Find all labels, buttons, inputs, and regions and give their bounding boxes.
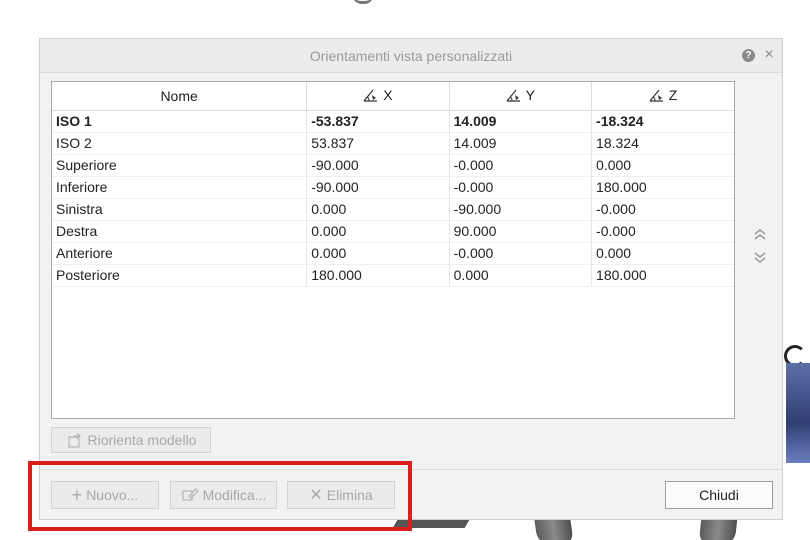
highlight-annotation [28,461,412,531]
table-row[interactable]: ISO 2 53.837 14.009 18.324 [52,132,734,155]
column-header-x-label: X [383,86,393,103]
cell-name: Inferiore [52,176,308,199]
table-row[interactable]: Sinistra 0.000 -90.000 -0.000 [52,198,734,221]
close-dialog-button-label: Chiudi [699,487,739,503]
custom-view-orientations-dialog: Orientamenti vista personalizzati ? × No… [39,38,783,520]
double-chevron-down-icon[interactable] [752,251,768,265]
model-fragment-right [782,345,810,465]
cell-x: -90.000 [306,154,450,177]
cell-z: 180.000 [591,176,734,199]
angle-icon [363,89,378,102]
cell-y: 14.009 [449,110,593,133]
cell-x: 180.000 [306,264,450,287]
cell-name: Sinistra [52,198,308,221]
column-header-x[interactable]: X [306,82,450,111]
cell-y: -0.000 [449,154,593,177]
table-row[interactable]: Destra 0.000 90.000 -0.000 [52,220,734,243]
cell-z: 0.000 [591,154,734,177]
close-icon[interactable]: × [761,45,777,65]
cell-z: -0.000 [591,220,734,243]
column-header-y-label: Y [525,86,536,103]
cell-name: Destra [52,220,308,243]
viewport: Orientamenti vista personalizzati ? × No… [0,0,810,540]
reorient-model-label: Riorienta modello [87,432,197,448]
dialog-title: Orientamenti vista personalizzati [309,48,513,64]
orientations-table[interactable]: Nome X Y Z ISO 1 -53.837 14.009 -18.324 … [51,81,735,419]
cell-y: -0.000 [449,242,593,265]
cell-name: Posteriore [52,264,308,287]
cell-z: 180.000 [591,264,734,287]
angle-icon [649,89,663,102]
cell-x: 0.000 [306,198,450,221]
dialog-titlebar[interactable]: Orientamenti vista personalizzati ? × [40,39,782,73]
column-header-name-label: Nome [160,87,198,104]
cell-x: -53.837 [306,110,450,133]
cell-x: 53.837 [306,132,450,155]
model-block-shape [786,363,810,463]
cell-x: 0.000 [306,220,450,243]
cell-z: 0.000 [591,242,734,265]
angle-icon [506,89,520,102]
reorient-model-icon [67,432,81,448]
column-header-y[interactable]: Y [449,82,593,111]
table-row[interactable]: ISO 1 -53.837 14.009 -18.324 [52,110,734,133]
cell-y: 14.009 [449,132,593,155]
cell-y: -0.000 [449,176,593,199]
orientations-grid: Nome X Y Z ISO 1 -53.837 14.009 -18.324 … [52,82,734,287]
column-header-z-label: Z [668,86,678,103]
cell-name: Superiore [52,154,308,177]
cell-z: -18.324 [591,110,734,133]
reorient-model-button[interactable]: Riorienta modello [51,427,211,453]
table-row[interactable]: Inferiore -90.000 -0.000 180.000 [52,176,734,199]
table-header-row: Nome X Y Z [52,82,734,111]
table-row[interactable]: Superiore -90.000 -0.000 0.000 [52,154,734,177]
cell-name: ISO 2 [52,132,308,155]
cell-y: -90.000 [449,198,593,221]
cell-y: 90.000 [449,220,593,243]
column-header-z[interactable]: Z [591,82,734,111]
column-header-name[interactable]: Nome [52,82,308,111]
double-chevron-up-icon[interactable] [752,227,768,241]
cell-x: 0.000 [306,242,450,265]
cell-name: Anteriore [52,242,308,265]
model-fragment-top [352,0,374,4]
table-row[interactable]: Posteriore 180.000 0.000 180.000 [52,264,734,287]
cell-name: ISO 1 [52,110,308,133]
cell-z: -0.000 [591,198,734,221]
table-row[interactable]: Anteriore 0.000 -0.000 0.000 [52,242,734,265]
help-icon[interactable]: ? [742,49,755,62]
cell-x: -90.000 [306,176,450,199]
cell-y: 0.000 [449,264,593,287]
close-dialog-button[interactable]: Chiudi [665,481,773,509]
cell-z: 18.324 [591,132,734,155]
